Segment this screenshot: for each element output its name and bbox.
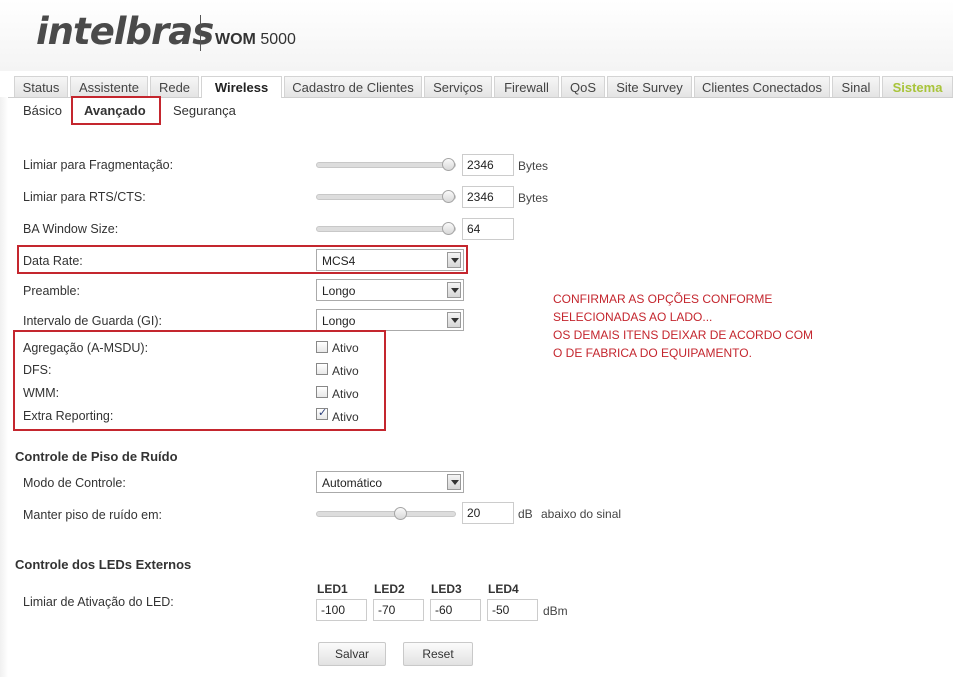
- tab-sinal[interactable]: Sinal: [832, 76, 880, 97]
- rts-input[interactable]: 2346: [462, 186, 514, 208]
- tab-rede[interactable]: Rede: [150, 76, 199, 97]
- amsdu-ativo-label: Ativo: [332, 341, 359, 355]
- model-number: 5000: [260, 31, 296, 48]
- noise-mode-select[interactable]: Automático: [316, 471, 464, 493]
- wmm-ativo-label: Ativo: [332, 387, 359, 401]
- noise-mode-value: Automático: [322, 476, 383, 490]
- chevron-down-icon[interactable]: [447, 252, 461, 268]
- dfs-ativo-label: Ativo: [332, 364, 359, 378]
- wmm-label: WMM:: [23, 386, 60, 400]
- rts-slider-track[interactable]: [316, 194, 456, 200]
- led4-input[interactable]: -50: [487, 599, 538, 621]
- chevron-down-icon[interactable]: [447, 312, 461, 328]
- noise-floor-unit: dB: [518, 507, 533, 521]
- amsdu-label: Agregação (A-MSDU):: [23, 341, 149, 355]
- save-button[interactable]: Salvar: [318, 642, 386, 666]
- led1-input[interactable]: -100: [316, 599, 367, 621]
- noise-floor-input[interactable]: 20: [462, 502, 514, 524]
- led2-header: LED2: [374, 582, 405, 596]
- tab-sistema[interactable]: Sistema: [882, 76, 953, 97]
- note-line-4: O DE FABRICA DO EQUIPAMENTO.: [553, 346, 752, 360]
- tab-clientes-conectados[interactable]: Clientes Conectados: [694, 76, 830, 97]
- noise-floor-suffix: abaixo do sinal: [541, 507, 622, 521]
- datarate-label: Data Rate:: [23, 254, 83, 268]
- noise-slider-track[interactable]: [316, 511, 456, 517]
- chevron-down-icon[interactable]: [447, 474, 461, 490]
- device-model: WOM 5000: [215, 31, 296, 49]
- ba-slider-handle[interactable]: [442, 222, 455, 235]
- dfs-label: DFS:: [23, 363, 52, 377]
- rts-unit: Bytes: [518, 191, 549, 205]
- tab-firewall[interactable]: Firewall: [494, 76, 559, 97]
- led3-input[interactable]: -60: [430, 599, 481, 621]
- subtab-basico[interactable]: Básico: [23, 103, 62, 118]
- preamble-value: Longo: [322, 284, 356, 298]
- gi-select[interactable]: Longo: [316, 309, 464, 331]
- frag-unit: Bytes: [518, 159, 549, 173]
- led1-header: LED1: [317, 582, 348, 596]
- ba-label: BA Window Size:: [23, 222, 119, 236]
- led2-input[interactable]: -70: [373, 599, 424, 621]
- model-name: WOM: [215, 31, 256, 48]
- dfs-checkbox[interactable]: [316, 363, 328, 375]
- noise-floor-label: Manter piso de ruído em:: [23, 508, 162, 522]
- noise-slider-handle[interactable]: [394, 507, 407, 520]
- leds-section-title: Controle dos LEDs Externos: [15, 557, 192, 572]
- amsdu-checkbox[interactable]: [316, 341, 328, 353]
- ba-slider-track[interactable]: [316, 226, 456, 232]
- rts-slider-handle[interactable]: [442, 190, 455, 203]
- gi-label: Intervalo de Guarda (GI):: [23, 314, 162, 328]
- preamble-select[interactable]: Longo: [316, 279, 464, 301]
- tab-wireless[interactable]: Wireless: [201, 76, 282, 98]
- reset-button[interactable]: Reset: [403, 642, 473, 666]
- datarate-value: MCS4: [322, 254, 356, 268]
- led4-header: LED4: [488, 582, 519, 596]
- tab-servicos[interactable]: Serviços: [424, 76, 492, 97]
- highlight-avancado: [71, 96, 161, 125]
- logo-divider: [200, 15, 201, 51]
- tab-site-survey[interactable]: Site Survey: [607, 76, 692, 97]
- tab-qos[interactable]: QoS: [561, 76, 605, 97]
- tab-assistente[interactable]: Assistente: [70, 76, 148, 97]
- frag-label: Limiar para Fragmentação:: [23, 158, 174, 172]
- note-line-2: SELECIONADAS AO LADO...: [553, 310, 713, 324]
- left-edge-shade: [0, 97, 8, 677]
- noise-section-title: Controle de Piso de Ruído: [15, 449, 178, 464]
- tab-status[interactable]: Status: [14, 76, 68, 97]
- extra-label: Extra Reporting:: [23, 409, 114, 423]
- ba-input[interactable]: 64: [462, 218, 514, 240]
- wmm-checkbox[interactable]: [316, 386, 328, 398]
- rts-label: Limiar para RTS/CTS:: [23, 190, 146, 204]
- brand-logo: intelbras: [36, 10, 214, 53]
- led-unit: dBm: [543, 604, 568, 618]
- noise-mode-label: Modo de Controle:: [23, 476, 126, 490]
- note-line-1: CONFIRMAR AS OPÇÕES CONFORME: [553, 292, 773, 306]
- extra-checkbox[interactable]: [316, 406, 328, 420]
- frag-slider-track[interactable]: [316, 162, 456, 168]
- gi-value: Longo: [322, 314, 356, 328]
- extra-ativo-label: Ativo: [332, 410, 359, 424]
- tab-cadastro-clientes[interactable]: Cadastro de Clientes: [284, 76, 422, 97]
- datarate-select[interactable]: MCS4: [316, 249, 464, 271]
- subtab-seguranca[interactable]: Segurança: [173, 103, 236, 118]
- chevron-down-icon[interactable]: [447, 282, 461, 298]
- frag-input[interactable]: 2346: [462, 154, 514, 176]
- led-threshold-label: Limiar de Ativação do LED:: [23, 595, 174, 609]
- note-line-3: OS DEMAIS ITENS DEIXAR DE ACORDO COM: [553, 328, 814, 342]
- frag-slider-handle[interactable]: [442, 158, 455, 171]
- led3-header: LED3: [431, 582, 462, 596]
- preamble-label: Preamble:: [23, 284, 80, 298]
